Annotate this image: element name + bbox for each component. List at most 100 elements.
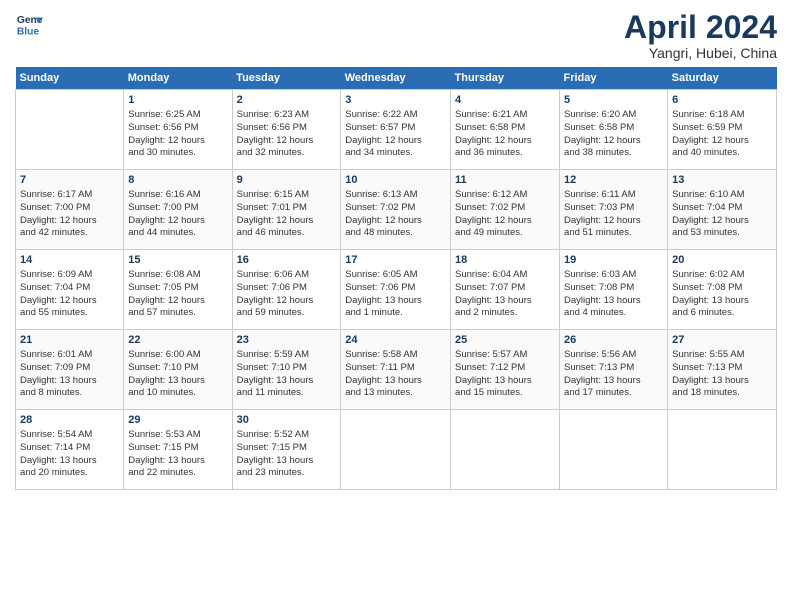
cell-w1-d6: 5Sunrise: 6:20 AMSunset: 6:58 PMDaylight… [560, 90, 668, 170]
cell-w3-d6: 19Sunrise: 6:03 AMSunset: 7:08 PMDayligh… [560, 250, 668, 330]
day-info: Sunset: 7:13 PM [564, 362, 663, 375]
day-info: Daylight: 12 hours [345, 135, 446, 148]
day-info: Sunset: 7:15 PM [128, 442, 227, 455]
day-info: Sunrise: 6:05 AM [345, 269, 446, 282]
col-wednesday: Wednesday [341, 67, 451, 90]
day-info: Sunset: 6:58 PM [564, 122, 663, 135]
day-info: and 6 minutes. [672, 307, 772, 320]
day-info: and 15 minutes. [455, 387, 555, 400]
day-info: Daylight: 13 hours [345, 295, 446, 308]
day-number: 11 [455, 173, 555, 188]
day-number: 20 [672, 253, 772, 268]
day-info: Sunset: 7:12 PM [455, 362, 555, 375]
cell-w2-d3: 9Sunrise: 6:15 AMSunset: 7:01 PMDaylight… [232, 170, 341, 250]
day-info: and 59 minutes. [237, 307, 337, 320]
day-info: Sunset: 7:02 PM [345, 202, 446, 215]
day-info: Sunrise: 6:01 AM [20, 349, 119, 362]
day-info: Sunrise: 6:23 AM [237, 109, 337, 122]
day-number: 14 [20, 253, 119, 268]
svg-text:Blue: Blue [17, 26, 40, 37]
day-number: 5 [564, 93, 663, 108]
day-info: Sunset: 7:03 PM [564, 202, 663, 215]
day-info: Sunset: 6:56 PM [237, 122, 337, 135]
day-info: Daylight: 13 hours [128, 375, 227, 388]
day-info: and 44 minutes. [128, 227, 227, 240]
day-info: Daylight: 12 hours [564, 215, 663, 228]
cell-w3-d4: 17Sunrise: 6:05 AMSunset: 7:06 PMDayligh… [341, 250, 451, 330]
day-info: Sunrise: 6:02 AM [672, 269, 772, 282]
day-info: Daylight: 12 hours [128, 295, 227, 308]
day-info: Sunrise: 5:53 AM [128, 429, 227, 442]
header: General Blue April 2024 Yangri, Hubei, C… [15, 10, 777, 61]
day-info: Sunrise: 6:09 AM [20, 269, 119, 282]
day-info: Sunrise: 5:55 AM [672, 349, 772, 362]
cell-w4-d7: 27Sunrise: 5:55 AMSunset: 7:13 PMDayligh… [668, 330, 777, 410]
day-number: 21 [20, 333, 119, 348]
day-info: and 1 minute. [345, 307, 446, 320]
month-title: April 2024 [624, 10, 777, 45]
day-info: Daylight: 12 hours [564, 135, 663, 148]
day-number: 13 [672, 173, 772, 188]
cell-w2-d6: 12Sunrise: 6:11 AMSunset: 7:03 PMDayligh… [560, 170, 668, 250]
day-info: Sunset: 6:58 PM [455, 122, 555, 135]
cell-w2-d1: 7Sunrise: 6:17 AMSunset: 7:00 PMDaylight… [16, 170, 124, 250]
day-number: 12 [564, 173, 663, 188]
cell-w4-d1: 21Sunrise: 6:01 AMSunset: 7:09 PMDayligh… [16, 330, 124, 410]
day-info: and 2 minutes. [455, 307, 555, 320]
cell-w5-d3: 30Sunrise: 5:52 AMSunset: 7:15 PMDayligh… [232, 410, 341, 490]
day-info: and 42 minutes. [20, 227, 119, 240]
day-info: Sunset: 7:07 PM [455, 282, 555, 295]
day-info: Daylight: 13 hours [455, 295, 555, 308]
cell-w4-d4: 24Sunrise: 5:58 AMSunset: 7:11 PMDayligh… [341, 330, 451, 410]
day-info: Sunrise: 6:16 AM [128, 189, 227, 202]
day-info: and 38 minutes. [564, 147, 663, 160]
day-info: Sunrise: 6:06 AM [237, 269, 337, 282]
day-number: 22 [128, 333, 227, 348]
cell-w4-d2: 22Sunrise: 6:00 AMSunset: 7:10 PMDayligh… [124, 330, 232, 410]
day-number: 23 [237, 333, 337, 348]
day-info: Daylight: 13 hours [672, 375, 772, 388]
cell-w1-d1 [16, 90, 124, 170]
day-info: Daylight: 12 hours [345, 215, 446, 228]
day-number: 6 [672, 93, 772, 108]
day-info: and 10 minutes. [128, 387, 227, 400]
day-info: and 20 minutes. [20, 467, 119, 480]
cell-w5-d6 [560, 410, 668, 490]
cell-w2-d4: 10Sunrise: 6:13 AMSunset: 7:02 PMDayligh… [341, 170, 451, 250]
col-tuesday: Tuesday [232, 67, 341, 90]
day-info: and 48 minutes. [345, 227, 446, 240]
day-info: Daylight: 13 hours [237, 455, 337, 468]
day-info: Daylight: 13 hours [345, 375, 446, 388]
day-info: Sunrise: 6:20 AM [564, 109, 663, 122]
day-info: Sunrise: 5:52 AM [237, 429, 337, 442]
day-info: Sunrise: 6:00 AM [128, 349, 227, 362]
day-info: Sunrise: 5:56 AM [564, 349, 663, 362]
day-info: Daylight: 13 hours [564, 375, 663, 388]
day-number: 29 [128, 413, 227, 428]
week-row-1: 1Sunrise: 6:25 AMSunset: 6:56 PMDaylight… [16, 90, 777, 170]
day-info: Sunrise: 6:22 AM [345, 109, 446, 122]
col-friday: Friday [560, 67, 668, 90]
col-monday: Monday [124, 67, 232, 90]
day-info: Daylight: 12 hours [20, 295, 119, 308]
day-info: Sunset: 7:11 PM [345, 362, 446, 375]
cell-w2-d2: 8Sunrise: 6:16 AMSunset: 7:00 PMDaylight… [124, 170, 232, 250]
day-info: Daylight: 12 hours [237, 295, 337, 308]
day-info: Sunset: 7:10 PM [128, 362, 227, 375]
day-info: Sunset: 7:13 PM [672, 362, 772, 375]
day-info: Sunset: 7:04 PM [20, 282, 119, 295]
day-info: Sunrise: 6:13 AM [345, 189, 446, 202]
day-info: Sunset: 7:08 PM [564, 282, 663, 295]
day-info: Sunset: 7:10 PM [237, 362, 337, 375]
week-row-4: 21Sunrise: 6:01 AMSunset: 7:09 PM Dayligh… [16, 330, 777, 410]
cell-w5-d4 [341, 410, 451, 490]
day-info: Daylight: 12 hours [128, 215, 227, 228]
day-info: and 13 minutes. [345, 387, 446, 400]
col-sunday: Sunday [16, 67, 124, 90]
day-info: Sunset: 7:09 PM [20, 362, 119, 375]
day-info: Daylight: 13 hours [128, 455, 227, 468]
day-info: and 36 minutes. [455, 147, 555, 160]
day-info: Sunrise: 6:11 AM [564, 189, 663, 202]
cell-w1-d4: 3Sunrise: 6:22 AMSunset: 6:57 PMDaylight… [341, 90, 451, 170]
day-info: and 51 minutes. [564, 227, 663, 240]
